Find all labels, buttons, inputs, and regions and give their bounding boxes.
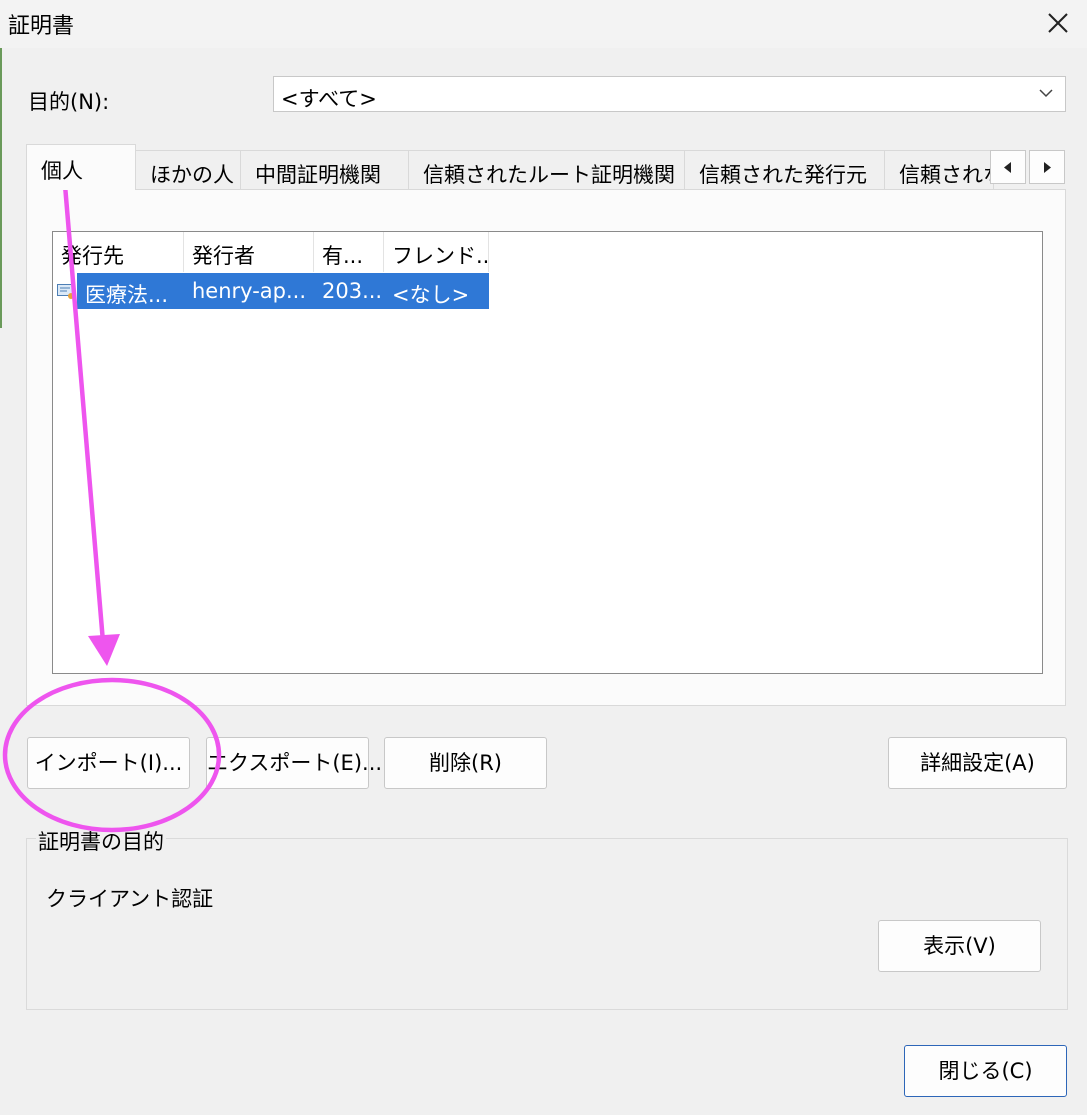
tab-label: 信頼されな: [899, 163, 994, 187]
tab-scroll-left-button[interactable]: [990, 150, 1026, 184]
purpose-group-value: クライアント認証: [46, 887, 214, 911]
column-header-friendly-name[interactable]: フレンド...: [384, 232, 489, 272]
tab-scroll-right-button[interactable]: [1029, 150, 1065, 184]
purpose-dropdown-value: <すべて>: [281, 87, 377, 111]
tab-label: 信頼された発行元: [699, 163, 867, 187]
remove-button[interactable]: 削除(R): [384, 737, 547, 789]
close-window-button[interactable]: [1029, 0, 1087, 48]
cell-issued-to: 医療法...: [77, 273, 184, 309]
cell-issued-by: henry-ap...: [184, 273, 314, 309]
tab-other-people[interactable]: ほかの人: [135, 150, 241, 189]
tab-untrusted[interactable]: 信頼されな: [884, 150, 994, 189]
tab-intermediate-ca[interactable]: 中間証明機関: [240, 150, 409, 189]
import-button[interactable]: インポート(I)...: [27, 737, 190, 789]
scroll-right-icon: [1044, 162, 1051, 173]
close-icon: [1048, 13, 1068, 33]
background-window-edge: [0, 48, 2, 328]
purpose-group-title: 証明書の目的: [36, 826, 166, 856]
column-header-expiry[interactable]: 有...: [314, 232, 384, 272]
tab-label: 信頼されたルート証明機関: [423, 163, 675, 187]
advanced-button[interactable]: 詳細設定(A): [888, 737, 1067, 789]
table-row[interactable]: 医療法... henry-ap... 203... <なし>: [53, 273, 489, 309]
title-bar: 証明書: [0, 0, 1087, 48]
column-header-issued-by[interactable]: 発行者: [184, 232, 314, 272]
tab-strip: 個人 ほかの人 中間証明機関 信頼されたルート証明機関 信頼された発行元 信頼さ…: [26, 144, 1066, 190]
view-button[interactable]: 表示(V): [878, 920, 1041, 972]
tab-label: 中間証明機関: [255, 163, 381, 187]
certificate-icon: [57, 284, 75, 299]
tab-trusted-root-ca[interactable]: 信頼されたルート証明機関: [408, 150, 685, 189]
purpose-dropdown[interactable]: <すべて>: [273, 76, 1066, 112]
cell-expiry: 203...: [314, 273, 384, 309]
tab-label: 個人: [41, 159, 83, 183]
window-title: 証明書: [8, 14, 75, 39]
scroll-left-icon: [1004, 162, 1011, 173]
tab-scroll-buttons: [990, 150, 1066, 184]
tab-trusted-publishers[interactable]: 信頼された発行元: [684, 150, 885, 189]
tab-personal[interactable]: 個人: [26, 144, 136, 190]
export-button[interactable]: エクスポート(E)...: [206, 737, 382, 789]
purpose-label: 目的(N):: [28, 90, 110, 114]
column-header-issued-to[interactable]: 発行先: [53, 232, 184, 272]
certificate-list[interactable]: 発行先 発行者 有... フレンド... 医療法... henry-ap... …: [52, 231, 1043, 674]
chevron-down-icon: [1039, 89, 1053, 98]
close-button[interactable]: 閉じる(C): [904, 1045, 1067, 1097]
cell-friendly-name: <なし>: [384, 273, 489, 309]
tab-label: ほかの人: [150, 163, 234, 187]
